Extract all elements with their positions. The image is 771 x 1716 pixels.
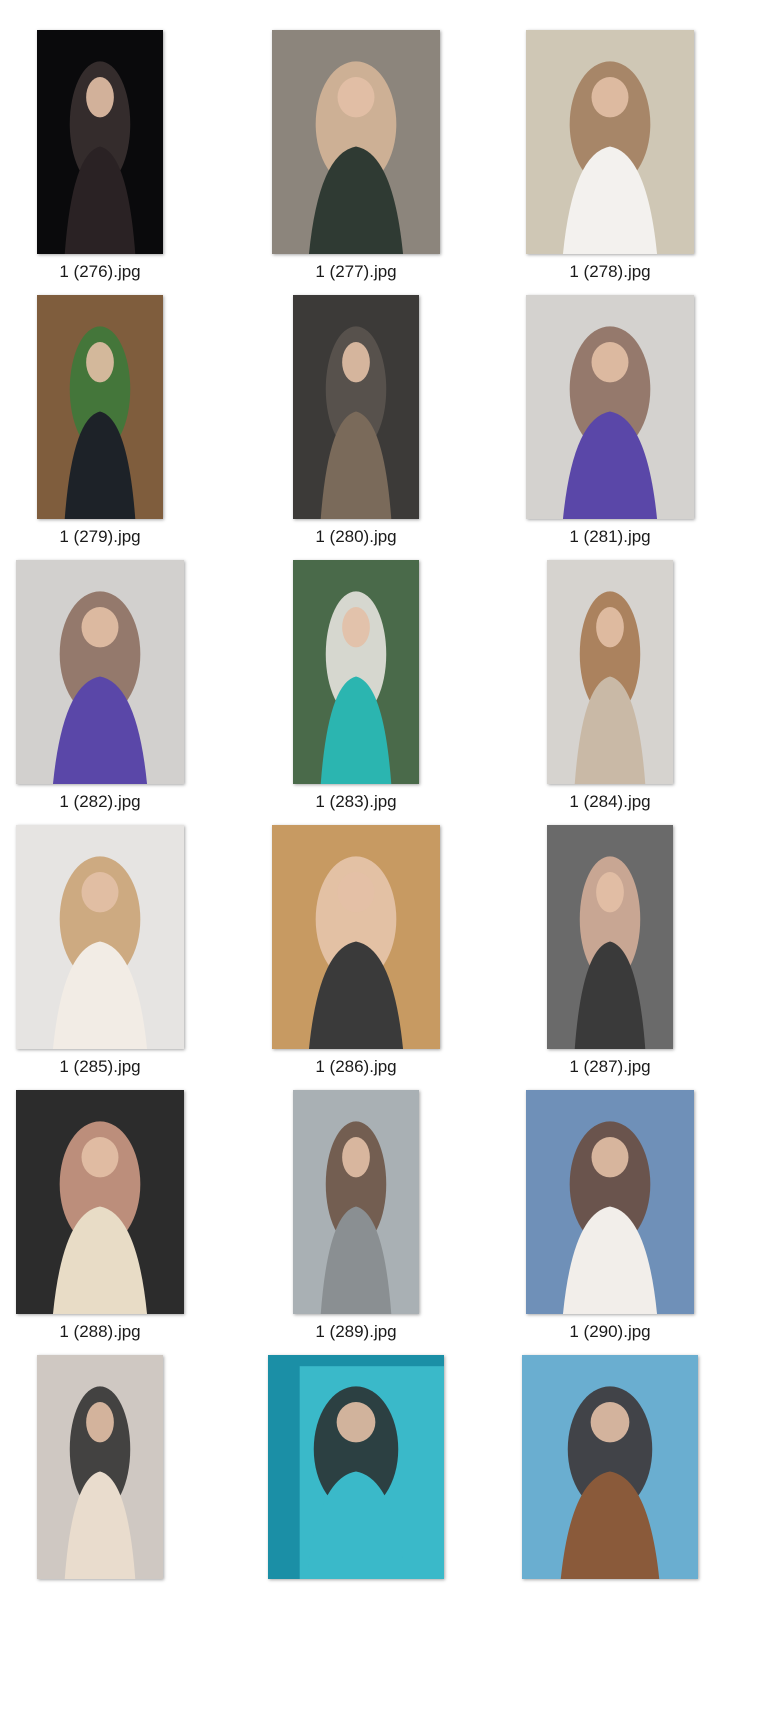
- file-item[interactable]: 1 (289).jpg: [236, 1070, 476, 1352]
- thumbnail-frame: [490, 1070, 730, 1314]
- thumbnail-frame: [490, 540, 730, 784]
- file-item[interactable]: 1 (288).jpg: [0, 1070, 220, 1352]
- thumbnail-image[interactable]: [522, 1355, 698, 1579]
- file-item[interactable]: 1 (282).jpg: [0, 540, 220, 822]
- thumbnail-frame: [0, 275, 220, 519]
- thumbnail-image[interactable]: [272, 825, 440, 1049]
- file-item[interactable]: 1 (277).jpg: [236, 10, 476, 292]
- thumbnail-frame: [490, 10, 730, 254]
- thumbnail-image[interactable]: [293, 1090, 419, 1314]
- thumbnail-image[interactable]: [16, 825, 184, 1049]
- thumbnail-frame: [236, 1070, 476, 1314]
- file-item[interactable]: 1 (287).jpg: [490, 805, 730, 1087]
- file-item[interactable]: [490, 1335, 730, 1617]
- file-item[interactable]: 1 (284).jpg: [490, 540, 730, 822]
- thumbnail-image[interactable]: [293, 295, 419, 519]
- thumbnail-image[interactable]: [37, 30, 163, 254]
- thumbnail-frame: [0, 540, 220, 784]
- thumbnail-image[interactable]: [547, 825, 673, 1049]
- thumbnail-frame: [490, 805, 730, 1049]
- thumbnail-image[interactable]: [16, 1090, 184, 1314]
- thumbnail-frame: [236, 10, 476, 254]
- thumbnail-image[interactable]: [272, 30, 440, 254]
- thumbnail-image[interactable]: [37, 295, 163, 519]
- file-item[interactable]: 1 (280).jpg: [236, 275, 476, 557]
- thumbnail-frame: [0, 805, 220, 1049]
- file-item[interactable]: 1 (290).jpg: [490, 1070, 730, 1352]
- thumbnail-image[interactable]: [16, 560, 184, 784]
- thumbnail-image[interactable]: [526, 1090, 694, 1314]
- thumbnail-image[interactable]: [526, 30, 694, 254]
- thumbnail-frame: [0, 10, 220, 254]
- thumbnail-frame: [490, 1335, 730, 1579]
- file-item[interactable]: 1 (286).jpg: [236, 805, 476, 1087]
- thumbnail-frame: [490, 275, 730, 519]
- thumbnail-image[interactable]: [526, 295, 694, 519]
- thumbnail-image[interactable]: [293, 560, 419, 784]
- thumbnail-frame: [236, 275, 476, 519]
- file-item[interactable]: 1 (278).jpg: [490, 10, 730, 292]
- thumbnail-frame: [0, 1070, 220, 1314]
- thumbnail-frame: [236, 1335, 476, 1579]
- file-item[interactable]: 1 (276).jpg: [0, 10, 220, 292]
- thumbnail-image[interactable]: [37, 1355, 163, 1579]
- thumbnail-frame: [0, 1335, 220, 1579]
- file-item[interactable]: [0, 1335, 220, 1617]
- file-item[interactable]: 1 (285).jpg: [0, 805, 220, 1087]
- thumbnail-image[interactable]: [268, 1355, 444, 1579]
- thumbnail-frame: [236, 805, 476, 1049]
- thumbnail-frame: [236, 540, 476, 784]
- file-item[interactable]: [236, 1335, 476, 1617]
- file-grid: 1 (276).jpg 1 (277).jpg 1 (278).jpg 1 (279)…: [0, 0, 771, 1716]
- file-item[interactable]: 1 (279).jpg: [0, 275, 220, 557]
- file-item[interactable]: 1 (281).jpg: [490, 275, 730, 557]
- thumbnail-image[interactable]: [547, 560, 673, 784]
- file-item[interactable]: 1 (283).jpg: [236, 540, 476, 822]
